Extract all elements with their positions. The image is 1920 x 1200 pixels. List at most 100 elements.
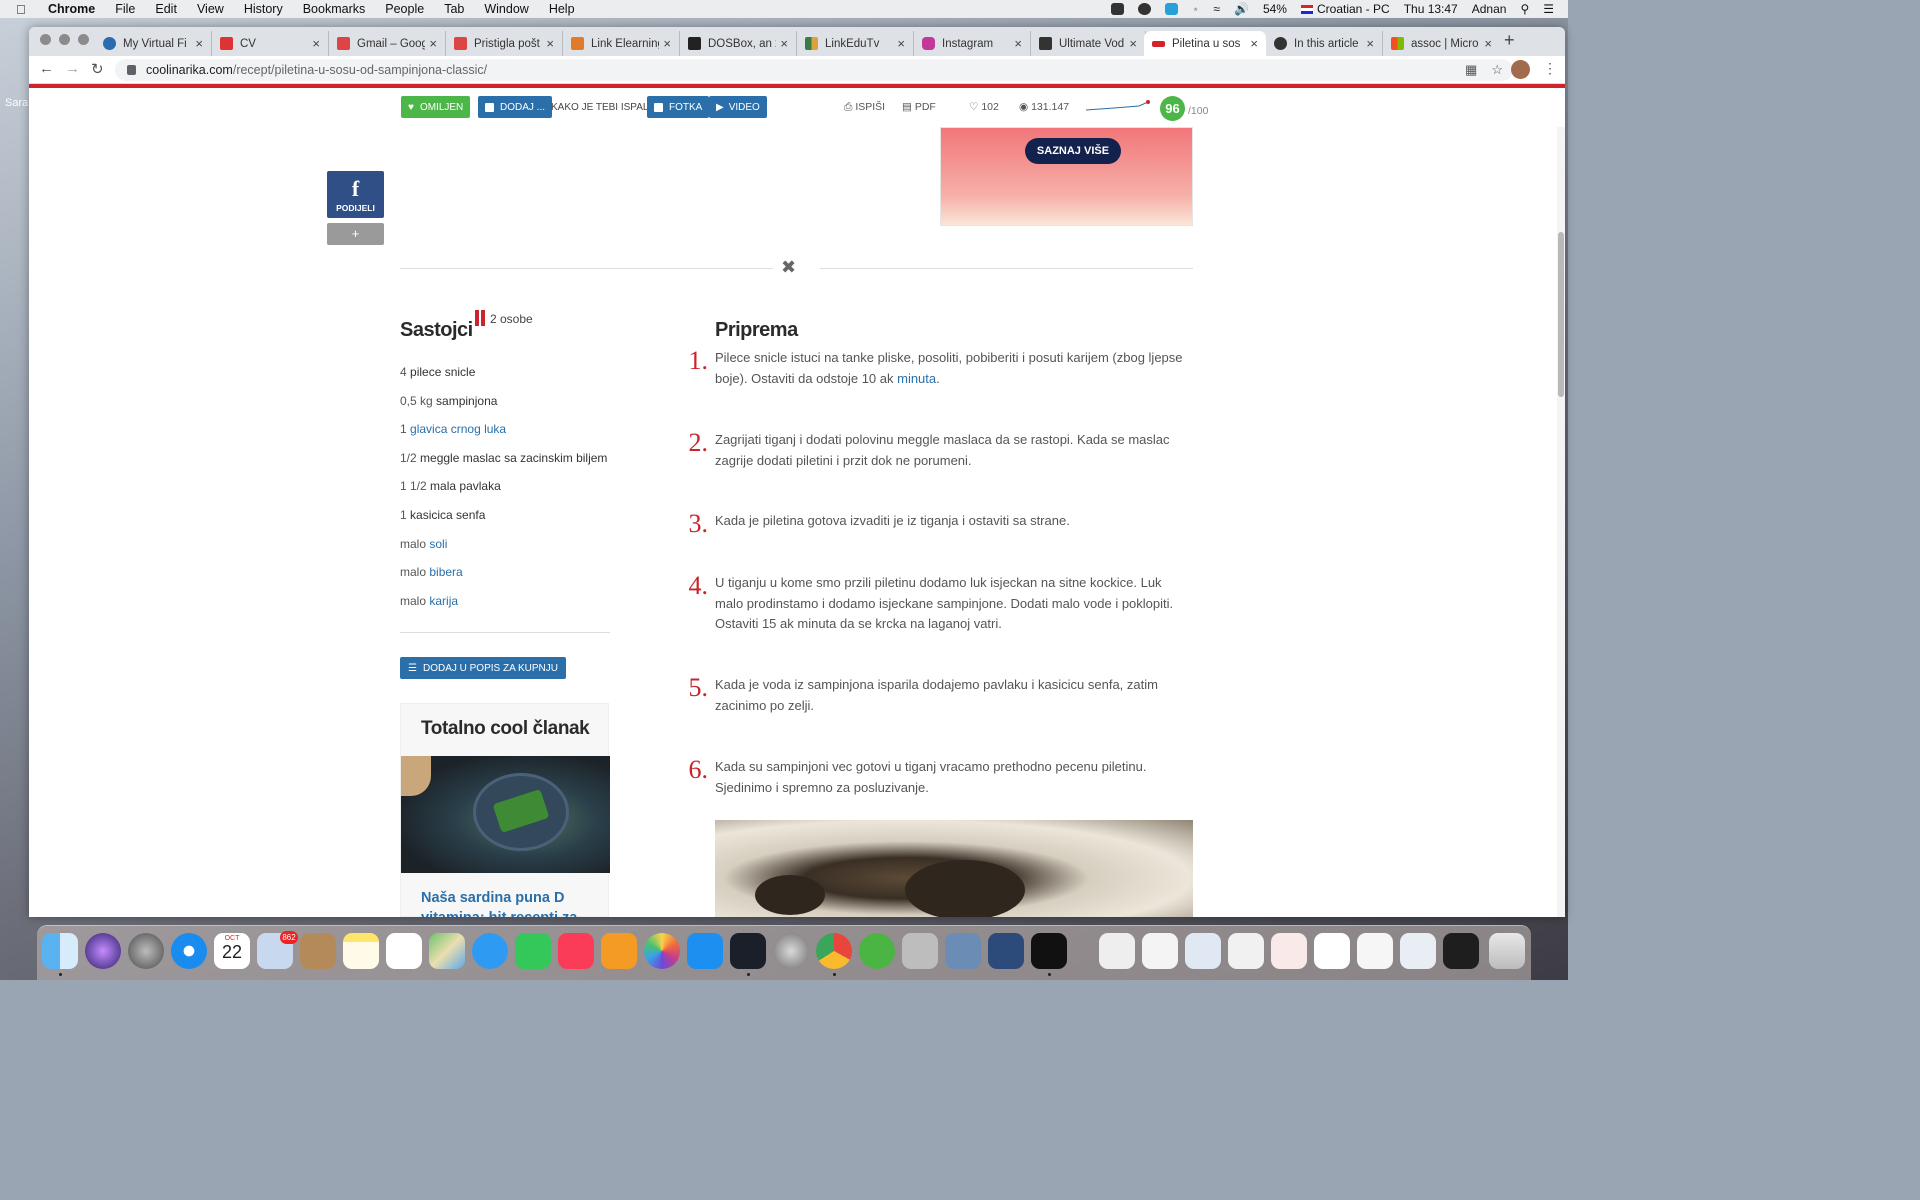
- keyboard-flag-icon[interactable]: [1300, 4, 1313, 14]
- menu-people[interactable]: People: [385, 2, 424, 16]
- minimize-window-button[interactable]: [59, 34, 70, 45]
- forward-arrow-icon[interactable]: →: [65, 60, 80, 77]
- tab-close-icon[interactable]: ×: [546, 36, 554, 51]
- tab-ultimate-vodic[interactable]: Ultimate Vodi ×: [1031, 31, 1146, 56]
- print-button[interactable]: ⎙ ISPIŠI: [844, 101, 885, 114]
- menu-bookmarks[interactable]: Bookmarks: [303, 2, 366, 16]
- facetime-icon[interactable]: [515, 933, 551, 969]
- step-link[interactable]: minuta: [897, 371, 936, 386]
- article-image[interactable]: [401, 756, 610, 873]
- finder-icon[interactable]: [42, 933, 78, 969]
- document-thumbnail-4[interactable]: [1228, 933, 1264, 969]
- tab-in-this-article[interactable]: In this article ×: [1266, 31, 1383, 56]
- tab-dosbox[interactable]: DOSBox, an x ×: [680, 31, 797, 56]
- back-arrow-icon[interactable]: ←: [39, 60, 54, 77]
- menu-app-name[interactable]: Chrome: [48, 2, 95, 16]
- add-button[interactable]: DODAJ ...: [478, 96, 553, 118]
- document-thumbnail-9[interactable]: [1443, 933, 1479, 969]
- document-thumbnail-8[interactable]: [1400, 933, 1436, 969]
- chrome-icon[interactable]: [816, 933, 852, 969]
- facebook-share-button[interactable]: f PODIJELI: [327, 171, 384, 218]
- clock[interactable]: Thu 13:47: [1404, 2, 1458, 16]
- tab-close-icon[interactable]: ×: [312, 36, 320, 51]
- tab-close-icon[interactable]: ×: [663, 36, 671, 51]
- featured-article-card[interactable]: Totalno cool članak Naša sardina puna D …: [400, 703, 610, 917]
- keyboard-layout[interactable]: Croatian - PC: [1317, 2, 1390, 16]
- tab-instagram[interactable]: Instagram ×: [914, 31, 1031, 56]
- menu-window[interactable]: Window: [484, 2, 528, 16]
- more-menu-icon[interactable]: ⋮: [1543, 60, 1557, 77]
- virtualbox-icon[interactable]: [988, 933, 1024, 969]
- tab-pristigla-posta[interactable]: Pristigla pošt ×: [446, 31, 563, 56]
- document-thumbnail-2[interactable]: [1142, 933, 1178, 969]
- featured-article-link[interactable]: Naša sardina puna D vitamina: hit recept…: [421, 888, 596, 917]
- menu-history[interactable]: History: [244, 2, 283, 16]
- video-button[interactable]: ▶ VIDEO: [709, 96, 767, 118]
- bookmark-star-icon[interactable]: ☆: [1491, 62, 1503, 77]
- wifi-icon[interactable]: ≈: [1213, 2, 1220, 16]
- reminders-icon[interactable]: [386, 933, 422, 969]
- new-tab-button[interactable]: +: [1504, 30, 1515, 51]
- tab-close-icon[interactable]: ×: [429, 36, 437, 51]
- apple-icon[interactable]: : [16, 2, 32, 17]
- document-thumbnail-3[interactable]: [1185, 933, 1221, 969]
- tab-close-icon[interactable]: ×: [780, 36, 788, 51]
- vscode-icon[interactable]: [730, 933, 766, 969]
- address-bar[interactable]: coolinarika.com/recept/piletina-u-sosu-o…: [115, 59, 1513, 81]
- ingredient-name[interactable]: karija: [429, 594, 458, 608]
- battery-percent[interactable]: 54%: [1263, 2, 1287, 16]
- add-to-shopping-list-button[interactable]: ☰ DODAJ U POPIS ZA KUPNJU: [400, 657, 566, 679]
- spotlight-icon[interactable]: ⚲: [1520, 2, 1529, 16]
- notes-icon[interactable]: [343, 933, 379, 969]
- status-app-icon[interactable]: [1110, 3, 1124, 15]
- ingredient-name[interactable]: glavica crnog luka: [410, 422, 506, 436]
- tab-cv[interactable]: CV ×: [212, 31, 329, 56]
- page-scrollbar[interactable]: [1557, 127, 1565, 917]
- tab-close-icon[interactable]: ×: [1484, 36, 1492, 51]
- status-app3-icon[interactable]: [1164, 3, 1178, 15]
- terminal-icon[interactable]: [1031, 933, 1067, 969]
- launchpad-icon[interactable]: [128, 933, 164, 969]
- scrollbar-thumb[interactable]: [1558, 232, 1564, 397]
- preview-icon[interactable]: [945, 933, 981, 969]
- more-share-button[interactable]: +: [327, 223, 384, 245]
- photos-icon[interactable]: [644, 933, 680, 969]
- menu-help[interactable]: Help: [549, 2, 575, 16]
- tab-link-elearning[interactable]: Link Elearning ×: [563, 31, 680, 56]
- tab-gmail[interactable]: Gmail – Googl ×: [329, 31, 446, 56]
- photo-button[interactable]: FOTKA: [647, 96, 710, 118]
- pdf-button[interactable]: ▤ PDF: [902, 101, 936, 113]
- contacts-icon[interactable]: [300, 933, 336, 969]
- document-thumbnail-5[interactable]: [1271, 933, 1307, 969]
- system-preferences-icon[interactable]: [773, 933, 809, 969]
- notification-center-icon[interactable]: ☰: [1543, 2, 1554, 16]
- tab-assoc-microsoft[interactable]: assoc | Micro ×: [1383, 31, 1500, 56]
- bluetooth-icon[interactable]: ⋆: [1192, 2, 1200, 16]
- tab-close-icon[interactable]: ×: [1366, 36, 1374, 51]
- menu-file[interactable]: File: [115, 2, 135, 16]
- url-text[interactable]: coolinarika.com/recept/piletina-u-sosu-o…: [146, 63, 487, 77]
- favorite-button[interactable]: ♥ OMILJEN: [401, 96, 471, 118]
- music-icon[interactable]: [558, 933, 594, 969]
- document-thumbnail-6[interactable]: [1314, 933, 1350, 969]
- tab-close-icon[interactable]: ×: [897, 36, 905, 51]
- siri-icon[interactable]: [85, 933, 121, 969]
- tab-my-virtual-files[interactable]: My Virtual Fi ×: [95, 31, 212, 56]
- dish-photo[interactable]: [715, 820, 1193, 917]
- zoom-window-button[interactable]: [78, 34, 89, 45]
- app-store-icon[interactable]: [687, 933, 723, 969]
- menu-view[interactable]: View: [197, 2, 224, 16]
- advertisement[interactable]: SAZNAJ VIŠE: [940, 127, 1193, 226]
- document-thumbnail-7[interactable]: [1357, 933, 1393, 969]
- tab-close-icon[interactable]: ×: [1250, 36, 1258, 51]
- volume-icon[interactable]: 🔊: [1234, 2, 1249, 16]
- close-window-button[interactable]: [40, 34, 51, 45]
- profile-avatar[interactable]: [1511, 60, 1530, 79]
- utorrent-icon[interactable]: [859, 933, 895, 969]
- ingredient-name[interactable]: soli: [429, 537, 447, 551]
- tab-close-icon[interactable]: ×: [1014, 36, 1022, 51]
- reload-icon[interactable]: ↻: [91, 60, 104, 78]
- menu-tab[interactable]: Tab: [444, 2, 464, 16]
- books-icon[interactable]: [601, 933, 637, 969]
- translate-icon[interactable]: ▦: [1465, 62, 1477, 77]
